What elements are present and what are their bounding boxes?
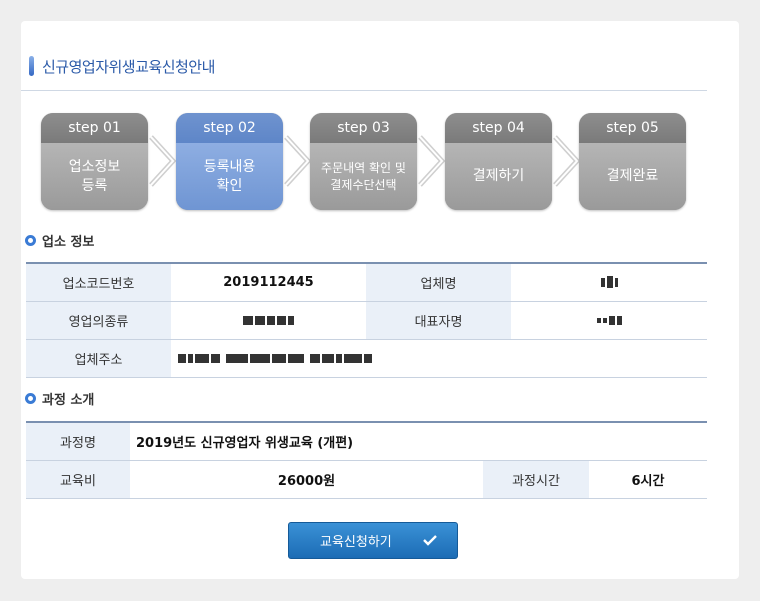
step-4-number: step 04 [445, 113, 552, 143]
step-2-number: step 02 [176, 113, 283, 143]
chevron-right-icon [149, 135, 177, 187]
fee-label: 교육비 [26, 460, 130, 499]
check-icon [423, 535, 437, 546]
page-title-text: 신규영업자위생교육신청안내 [42, 57, 215, 76]
step-3-label: 주문내역 확인 및 결제수단선택 [310, 143, 417, 210]
course-info-table: 과정명 2019년도 신규영업자 위생교육 (개편) 교육비 26000원 과정… [26, 421, 707, 499]
main-panel: 신규영업자위생교육신청안내 step 01 업소정보 등록 step 02 등록내… [21, 21, 739, 579]
business-info-heading: 업소 정보 [25, 231, 95, 250]
bullet-icon [25, 392, 36, 404]
step-1-number: step 01 [41, 113, 148, 143]
title-bar-icon [29, 56, 34, 76]
business-info-heading-text: 업소 정보 [42, 234, 95, 250]
code-label: 업소코드번호 [26, 263, 171, 302]
table-row: 교육비 26000원 과정시간 6시간 [26, 460, 707, 499]
page-title: 신규영업자위생교육신청안내 [29, 55, 215, 77]
table-row: 업체주소 [26, 339, 707, 378]
step-2: step 02 등록내용 확인 [176, 113, 283, 210]
step-3: step 03 주문내역 확인 및 결제수단선택 [310, 113, 417, 210]
step-2-label: 등록내용 확인 [176, 143, 283, 210]
address-label: 업체주소 [26, 339, 171, 378]
type-label: 영업의종류 [26, 301, 171, 340]
chevron-right-icon [284, 135, 312, 187]
bullet-icon [25, 234, 36, 246]
chevron-right-icon [553, 135, 581, 187]
step-3-number: step 03 [310, 113, 417, 143]
time-value: 6시간 [589, 460, 707, 499]
title-divider [21, 90, 707, 91]
time-label: 과정시간 [483, 460, 589, 499]
rep-value-redacted [511, 301, 707, 340]
name-label: 업체명 [366, 263, 511, 302]
apply-button[interactable]: 교육신청하기 [288, 522, 458, 559]
step-progress: step 01 업소정보 등록 step 02 등록내용 확인 step 03 주문… [41, 113, 691, 211]
table-row: 영업의종류 대표자명 [26, 301, 707, 340]
type-value-redacted [171, 301, 366, 340]
table-row: 과정명 2019년도 신규영업자 위생교육 (개편) [26, 422, 707, 461]
step-4: step 04 결제하기 [445, 113, 552, 210]
step-5: step 05 결제완료 [579, 113, 686, 210]
course-intro-heading-text: 과정 소개 [42, 392, 95, 408]
course-label: 과정명 [26, 422, 130, 461]
business-info-table: 업소코드번호 2019112445 업체명 영업의종류 대표자명 업체주소 [26, 262, 707, 378]
apply-button-label: 교육신청하기 [320, 535, 392, 550]
step-5-number: step 05 [579, 113, 686, 143]
name-value-redacted [511, 263, 707, 302]
rep-label: 대표자명 [366, 301, 511, 340]
step-1-label: 업소정보 등록 [41, 143, 148, 210]
table-row: 업소코드번호 2019112445 업체명 [26, 263, 707, 302]
code-value: 2019112445 [171, 263, 366, 302]
step-1: step 01 업소정보 등록 [41, 113, 148, 210]
fee-value: 26000원 [130, 460, 483, 499]
course-value: 2019년도 신규영업자 위생교육 (개편) [130, 422, 707, 461]
address-value-redacted [171, 339, 707, 378]
step-5-label: 결제완료 [579, 143, 686, 210]
step-4-label: 결제하기 [445, 143, 552, 210]
chevron-right-icon [418, 135, 446, 187]
course-intro-heading: 과정 소개 [25, 389, 95, 408]
